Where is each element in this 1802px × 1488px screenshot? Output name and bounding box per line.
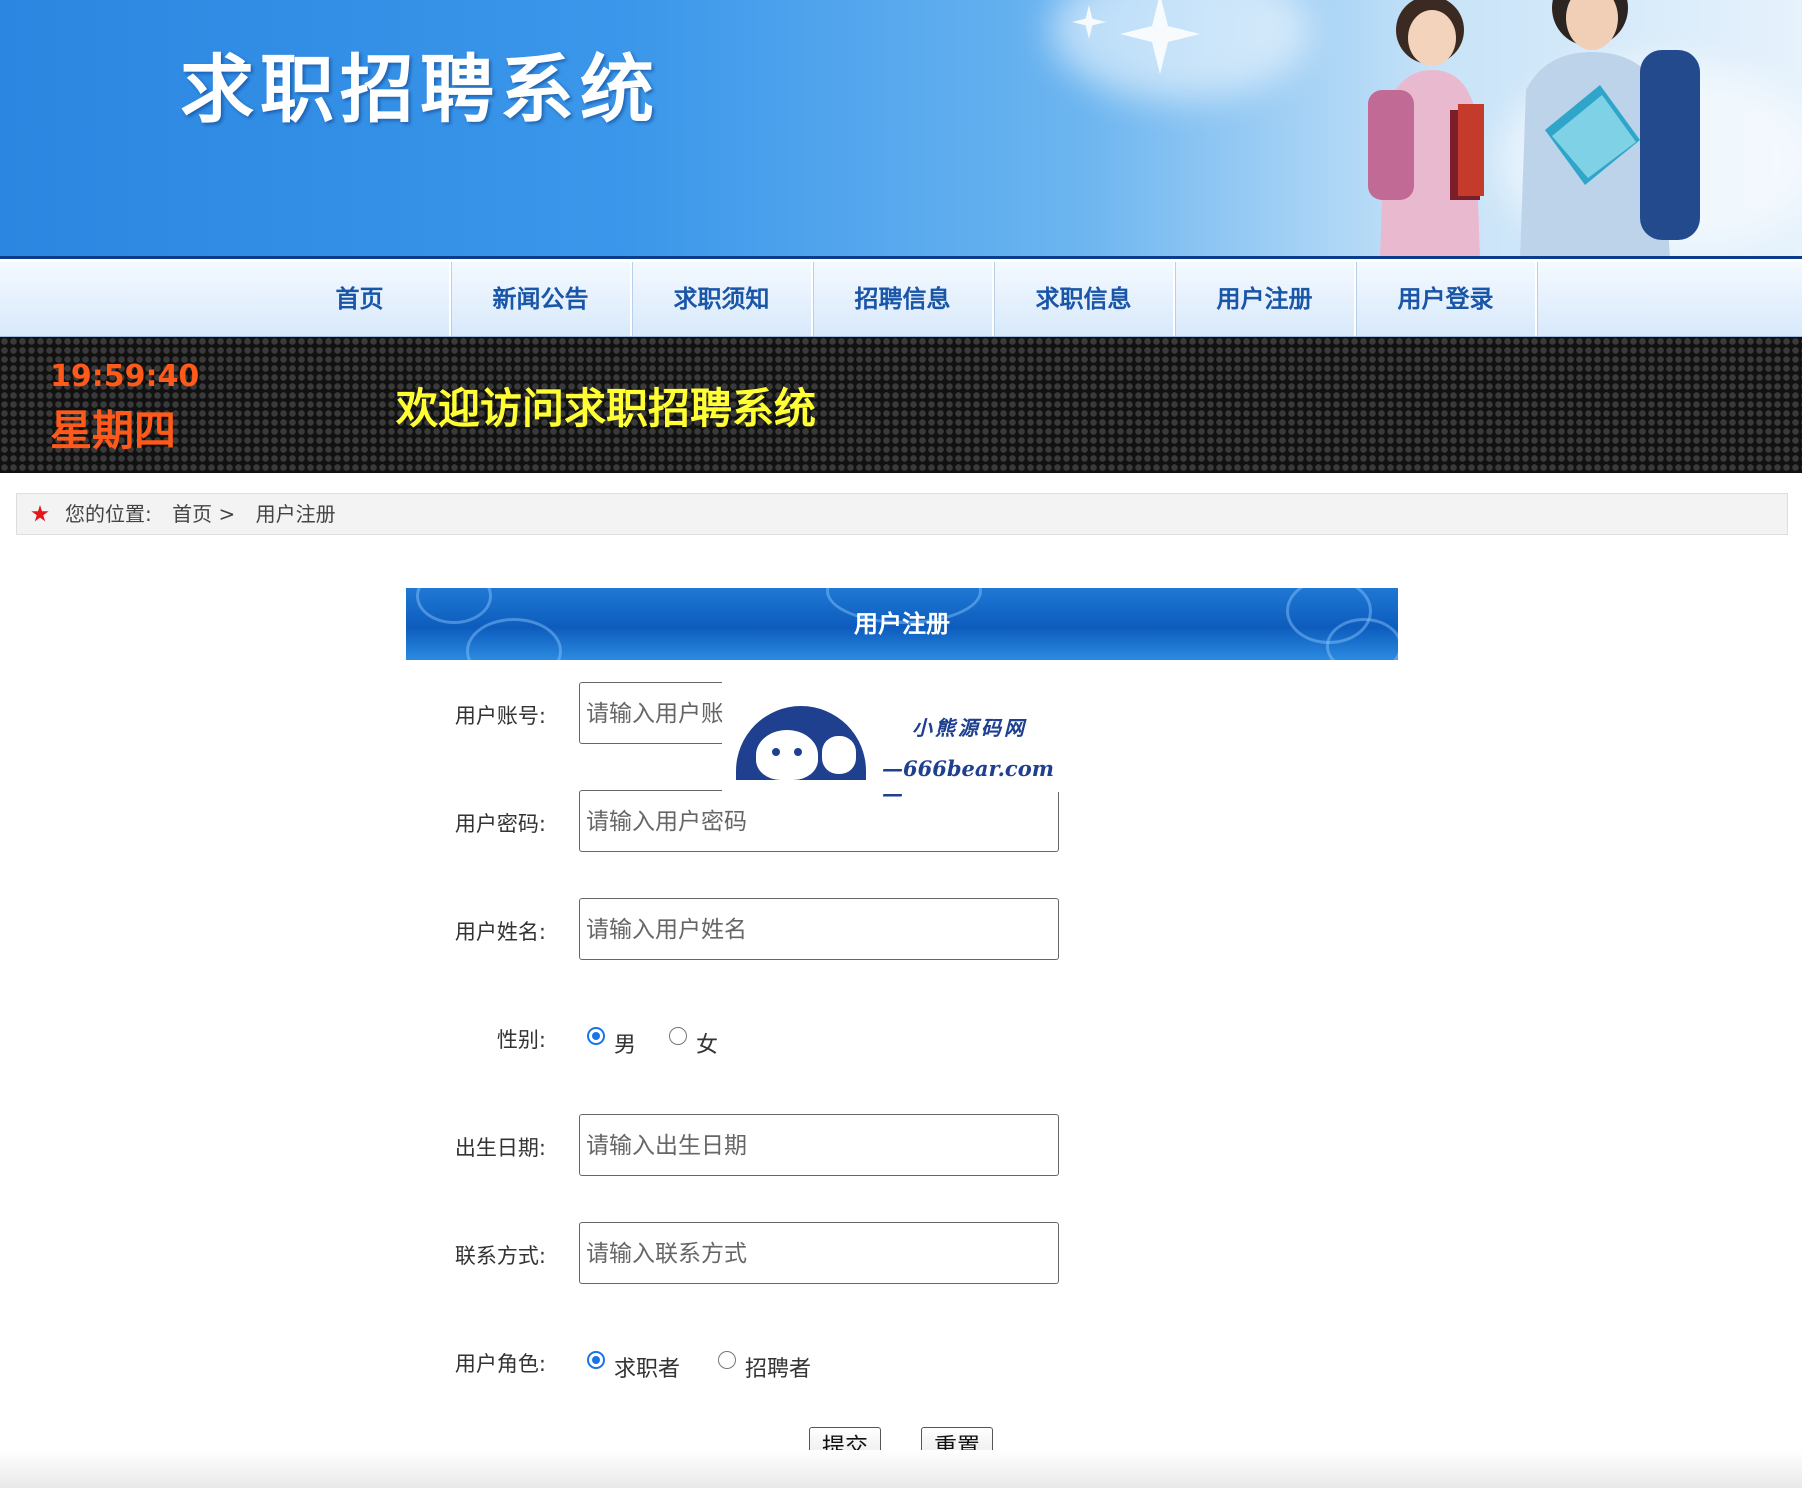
banner-divider (0, 256, 1802, 259)
swirl-decoration (416, 588, 492, 624)
bear-logo-icon (736, 706, 866, 780)
contact-input[interactable]: 请输入联系方式 (579, 1222, 1059, 1284)
site-title: 求职招聘系统 (180, 47, 660, 133)
nav-item-register[interactable]: 用户注册 (1175, 262, 1356, 336)
breadcrumb-home-link[interactable]: 首页 > (172, 502, 235, 526)
watermark-name: 小熊源码网 (912, 716, 1027, 740)
nav-item-news[interactable]: 新闻公告 (451, 262, 632, 336)
students-illustration (1368, 0, 1700, 259)
gender-male-label[interactable]: 男 (614, 1027, 636, 1059)
breadcrumb-prefix: 您的位置: (65, 502, 152, 526)
gender-female-label[interactable]: 女 (696, 1027, 718, 1059)
clock-weekday: 星期四 (50, 406, 177, 455)
password-label: 用户密码: (454, 812, 546, 836)
nav-item-jobseeker-guide[interactable]: 求职须知 (632, 262, 813, 336)
name-input[interactable]: 请输入用户姓名 (579, 898, 1059, 960)
watermark-url: —666bear.com— (882, 756, 1054, 806)
gender-female-radio[interactable] (669, 1027, 687, 1045)
role-jobseeker-radio[interactable] (587, 1351, 605, 1369)
gender-label: 性别: (496, 1028, 546, 1052)
breadcrumb-current: 用户注册 (255, 502, 336, 526)
clock-time: 19:59:40 (50, 359, 200, 394)
nav-item-jobseeking-info[interactable]: 求职信息 (994, 262, 1175, 336)
role-jobseeker-label[interactable]: 求职者 (614, 1351, 680, 1383)
swirl-decoration (466, 618, 562, 660)
main-nav: 首页 新闻公告 求职须知 招聘信息 求职信息 用户注册 用户登录 (0, 262, 1802, 337)
role-recruiter-radio[interactable] (718, 1351, 736, 1369)
led-ticker: 19:59:40 星期四 欢迎访问求职招聘系统 (0, 337, 1802, 473)
nav-item-login[interactable]: 用户登录 (1356, 262, 1537, 336)
nav-item-home[interactable]: 首页 (270, 262, 451, 336)
nav-item-recruitment-info[interactable]: 招聘信息 (813, 262, 994, 336)
form-title: 用户注册 (854, 610, 950, 638)
birthday-input[interactable]: 请输入出生日期 (579, 1114, 1059, 1176)
page-bottom-shade (0, 1450, 1802, 1488)
header-banner: 求职招聘系统 (0, 0, 1802, 259)
birthday-label: 出生日期: (454, 1136, 546, 1160)
star-icon (31, 505, 49, 522)
gender-male-radio[interactable] (587, 1027, 605, 1045)
welcome-message: 欢迎访问求职招聘系统 (396, 384, 817, 433)
name-label: 用户姓名: (454, 920, 546, 944)
watermark: 小熊源码网 —666bear.com— (722, 680, 1062, 806)
role-recruiter-label[interactable]: 招聘者 (745, 1351, 811, 1383)
contact-label: 联系方式: (454, 1244, 546, 1268)
breadcrumb: 您的位置: 首页 > 用户注册 (16, 493, 1788, 535)
account-label: 用户账号: (454, 704, 546, 728)
role-label: 用户角色: (454, 1352, 546, 1376)
form-header: 用户注册 (406, 588, 1398, 660)
